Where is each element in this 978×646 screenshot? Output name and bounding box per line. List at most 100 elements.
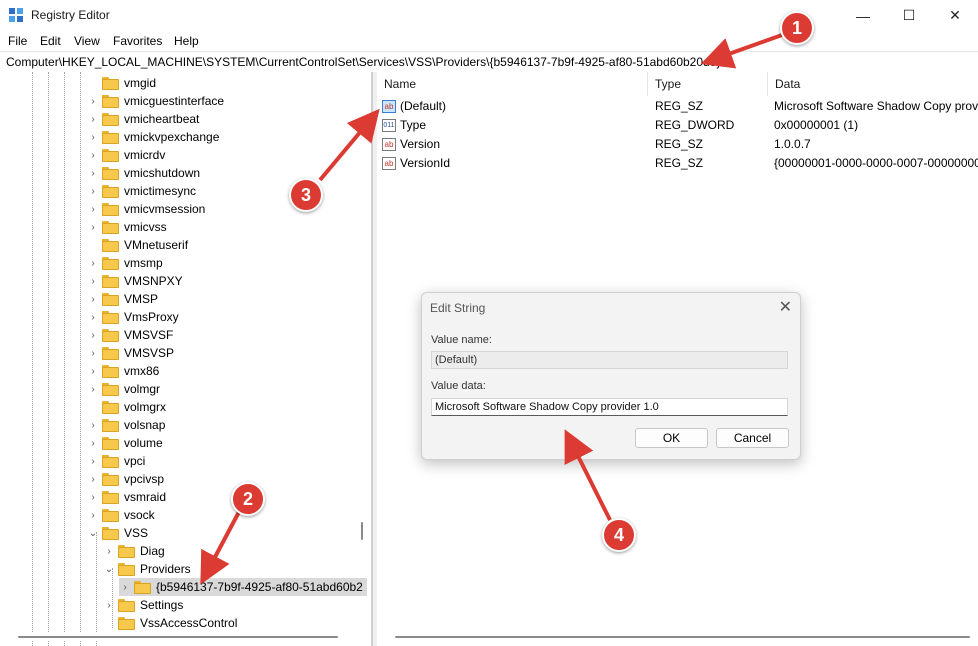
tree-item[interactable]: › VMSVSP <box>87 344 174 362</box>
tree-item[interactable]: › volsnap <box>87 416 165 434</box>
tree-item[interactable]: › vmicvmsession <box>87 200 205 218</box>
tree-item[interactable]: › vmicvss <box>87 218 166 236</box>
value-row-type[interactable]: 011 Type REG_DWORD 0x00000001 (1) <box>377 116 978 135</box>
menu-favorites[interactable]: Favorites <box>113 34 162 48</box>
expand-chevron-icon[interactable]: › <box>87 474 99 485</box>
tree-item[interactable]: › vmicrdv <box>87 146 165 164</box>
tree-item[interactable]: VssAccessControl <box>103 614 237 632</box>
list-horizontal-scrollbar-thumb[interactable] <box>395 636 970 638</box>
expand-chevron-icon[interactable]: › <box>87 510 99 521</box>
value-data-label: Value data: <box>431 380 486 392</box>
tree-item-label: volsnap <box>124 418 166 432</box>
expand-chevron-icon[interactable]: › <box>87 366 99 377</box>
expand-chevron-icon[interactable]: › <box>119 582 131 593</box>
tree-item[interactable]: › vpci <box>87 452 145 470</box>
expand-chevron-icon[interactable]: › <box>87 114 99 125</box>
list-horizontal-scrollbar[interactable] <box>377 633 978 641</box>
tree-item-providers[interactable]: ⌄ Providers <box>103 560 191 578</box>
folder-icon <box>102 94 119 108</box>
expand-chevron-icon[interactable]: › <box>87 258 99 269</box>
tree-item[interactable]: › volmgr <box>87 380 160 398</box>
expand-chevron-icon[interactable]: › <box>87 96 99 107</box>
tree-item-label: VMSP <box>124 292 159 306</box>
key-tree-pane[interactable]: vmgid › vmicguestinterface › vmicheartbeat… <box>0 72 372 646</box>
expand-chevron-icon[interactable]: › <box>87 222 99 233</box>
tree-item[interactable]: › VMSVSF <box>87 326 173 344</box>
expand-chevron-icon[interactable]: › <box>87 294 99 305</box>
tree-item[interactable]: › vmickvpexchange <box>87 128 219 146</box>
tree-item[interactable]: › vmicheartbeat <box>87 110 199 128</box>
menu-edit[interactable]: Edit <box>40 34 61 48</box>
address-path[interactable]: Computer\HKEY_LOCAL_MACHINE\SYSTEM\Curre… <box>6 55 720 69</box>
tree-vertical-scrollbar-thumb[interactable] <box>361 522 363 540</box>
tree-horizontal-scrollbar[interactable] <box>0 633 360 641</box>
cancel-button[interactable]: Cancel <box>716 428 789 448</box>
expand-chevron-icon[interactable]: › <box>87 348 99 359</box>
expand-chevron-icon[interactable]: › <box>87 456 99 467</box>
expand-chevron-icon[interactable]: › <box>87 168 99 179</box>
expand-chevron-icon[interactable]: › <box>87 132 99 143</box>
tree-item[interactable]: › volume <box>87 434 162 452</box>
expand-chevron-icon[interactable]: › <box>87 312 99 323</box>
close-button[interactable]: ✕ <box>932 0 978 31</box>
tree-item-vss[interactable]: ⌄ VSS <box>87 524 148 542</box>
expand-chevron-icon[interactable]: › <box>103 600 115 611</box>
value-data-input[interactable]: Microsoft Software Shadow Copy provider … <box>431 398 788 416</box>
menu-file[interactable]: File <box>8 34 27 48</box>
tree-item-label: vmicvmsession <box>124 202 206 216</box>
expand-chevron-icon[interactable]: › <box>87 492 99 503</box>
tree-item[interactable]: › VmsProxy <box>87 308 178 326</box>
tree-item[interactable]: › vmictimesync <box>87 182 196 200</box>
tree-item[interactable]: › Settings <box>103 596 183 614</box>
ok-button[interactable]: OK <box>635 428 708 448</box>
expand-chevron-icon[interactable]: › <box>87 438 99 449</box>
expand-chevron-icon[interactable]: › <box>87 150 99 161</box>
tree-item[interactable]: › vmicshutdown <box>87 164 200 182</box>
column-header-data[interactable]: Data <box>768 72 978 96</box>
tree-item[interactable]: › vsmraid <box>87 488 166 506</box>
tree-item-selected-provider[interactable]: › {b5946137-7b9f-4925-af80-51abd60b2 <box>119 578 367 596</box>
value-row-versionid[interactable]: ab VersionId REG_SZ {00000001-0000-0000-0… <box>377 154 978 173</box>
tree-item[interactable]: › vmsmp <box>87 254 162 272</box>
folder-icon <box>102 184 119 198</box>
tree-item-label: vmicshutdown <box>124 166 201 180</box>
tree-item[interactable]: › vsock <box>87 506 154 524</box>
column-header-type[interactable]: Type <box>648 72 768 96</box>
tree-item[interactable]: vmgid <box>87 74 156 92</box>
address-bar[interactable]: Computer\HKEY_LOCAL_MACHINE\SYSTEM\Curre… <box>0 51 978 73</box>
column-header-name[interactable]: Name <box>377 72 648 96</box>
expand-chevron-icon[interactable]: › <box>87 420 99 431</box>
expand-chevron-icon[interactable]: › <box>87 204 99 215</box>
maximize-button[interactable]: ☐ <box>886 0 932 31</box>
value-row-version[interactable]: ab Version REG_SZ 1.0.0.7 <box>377 135 978 154</box>
tree-item[interactable]: › vmicguestinterface <box>87 92 224 110</box>
folder-icon <box>102 238 119 252</box>
tree-item[interactable]: › VMSNPXY <box>87 272 182 290</box>
value-row-default[interactable]: ab (Default) REG_SZ Microsoft Software Sh… <box>377 97 978 116</box>
collapse-chevron-icon[interactable]: ⌄ <box>87 528 99 539</box>
folder-icon <box>102 454 119 468</box>
tree-item[interactable]: VMnetuserif <box>87 236 188 254</box>
tree-item-label: vmicrdv <box>124 148 166 162</box>
tree-item[interactable]: › VMSP <box>87 290 158 308</box>
tree-horizontal-scrollbar-thumb[interactable] <box>18 636 338 638</box>
minimize-button[interactable]: — <box>840 0 886 31</box>
folder-icon <box>102 220 119 234</box>
tree-item-label: VMSVSF <box>124 328 174 342</box>
folder-icon <box>102 328 119 342</box>
value-type: REG_DWORD <box>655 118 735 132</box>
tree-item-label: vpci <box>124 454 146 468</box>
tree-item[interactable]: › Diag <box>103 542 164 560</box>
expand-chevron-icon[interactable]: › <box>87 186 99 197</box>
expand-chevron-icon[interactable]: › <box>103 546 115 557</box>
menu-view[interactable]: View <box>74 34 100 48</box>
tree-item[interactable]: › vmx86 <box>87 362 159 380</box>
expand-chevron-icon[interactable]: › <box>87 276 99 287</box>
expand-chevron-icon[interactable]: › <box>87 330 99 341</box>
dialog-close-icon[interactable]: ✕ <box>779 297 792 317</box>
collapse-chevron-icon[interactable]: ⌄ <box>103 564 115 575</box>
tree-item[interactable]: › vpcivsp <box>87 470 164 488</box>
tree-item[interactable]: volmgrx <box>87 398 166 416</box>
menu-help[interactable]: Help <box>174 34 199 48</box>
expand-chevron-icon[interactable]: › <box>87 384 99 395</box>
